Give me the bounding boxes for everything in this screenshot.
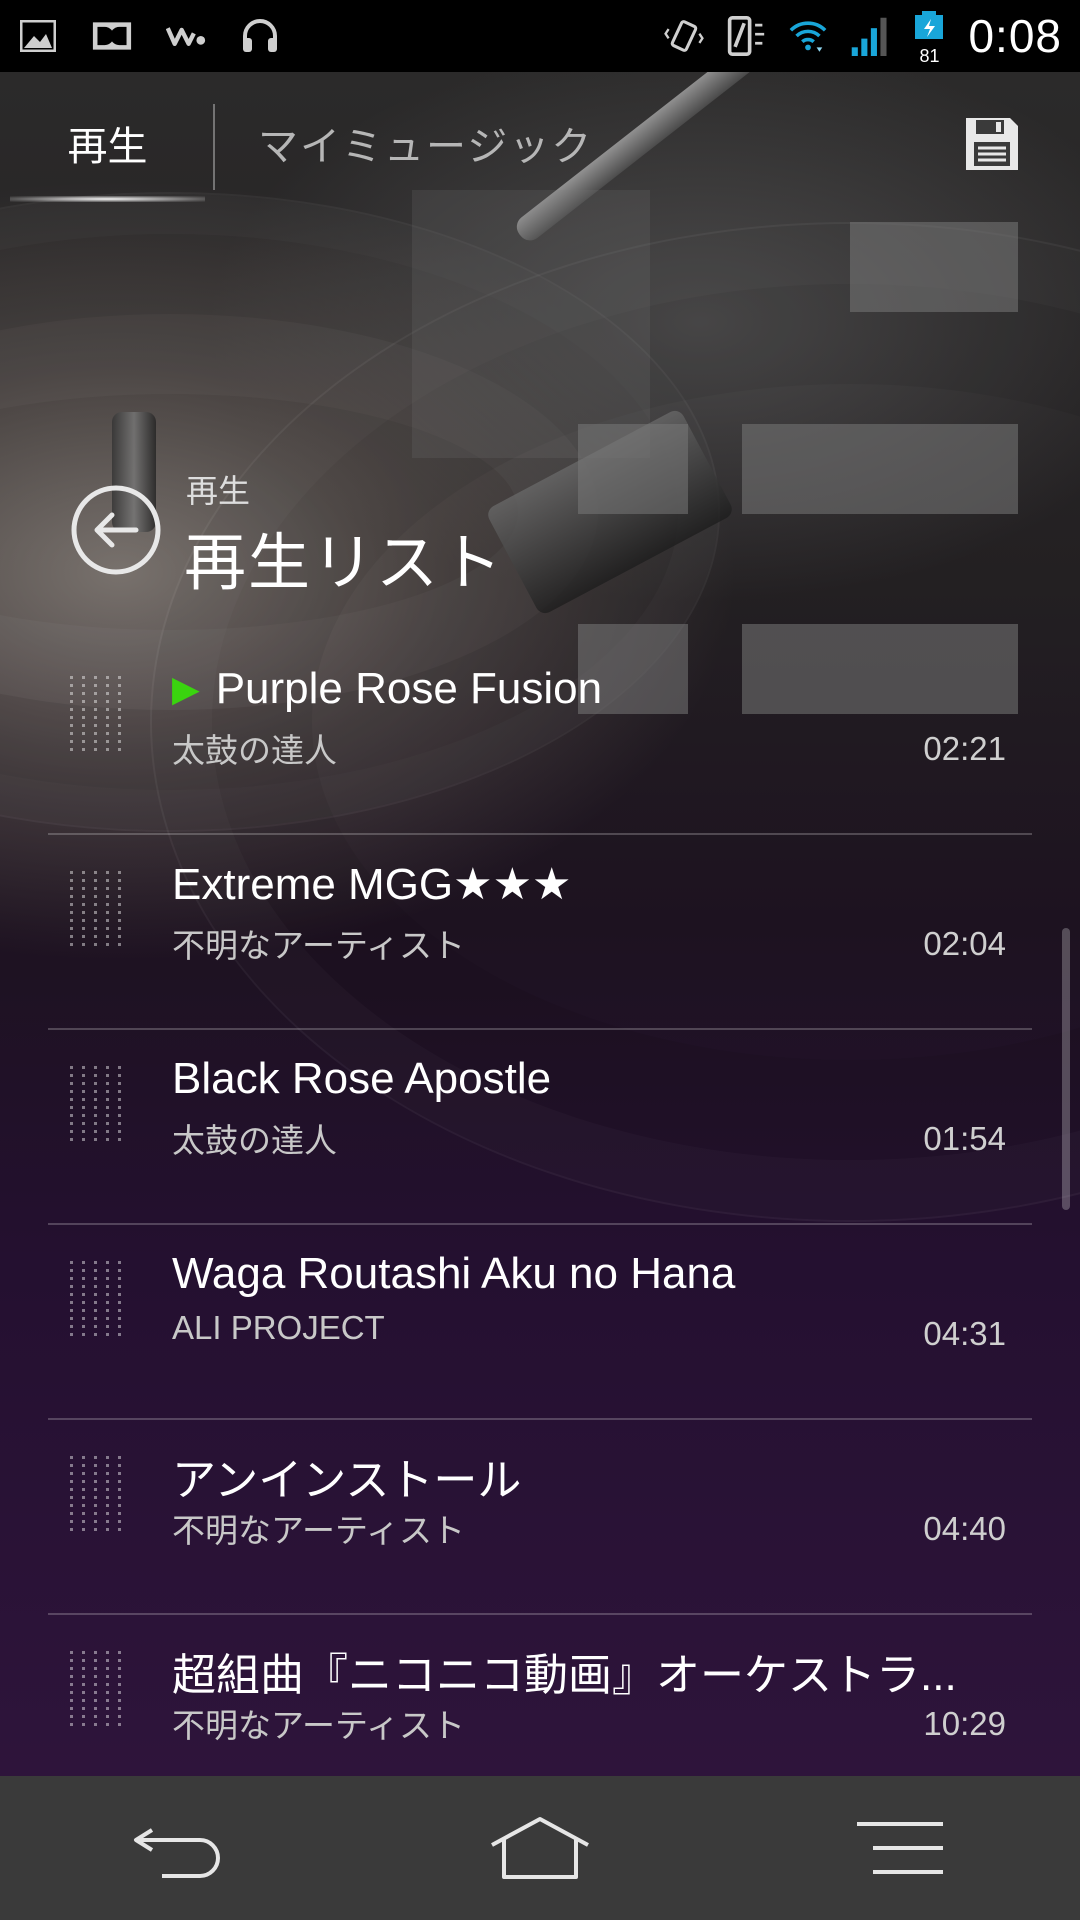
status-clock: 0:08 (968, 10, 1062, 62)
nav-back-button[interactable] (120, 1798, 240, 1898)
track-row[interactable]: ▶ Purple Rose Fusion 太鼓の達人 02:21 (0, 640, 1080, 835)
now-playing-icon: ▶ (172, 668, 200, 709)
track-duration: 02:21 (923, 730, 1006, 767)
drag-handle-icon[interactable] (70, 1651, 124, 1731)
track-row[interactable]: Black Rose Apostle 太鼓の達人 01:54 (0, 1030, 1080, 1225)
track-row[interactable]: アンインストール 不明なアーティスト 04:40 (0, 1420, 1080, 1615)
drag-handle-icon[interactable] (70, 871, 124, 951)
track-artist: 太鼓の達人 (172, 1122, 337, 1159)
menu-icon (857, 1822, 943, 1874)
page-title: 再生リスト (184, 526, 505, 599)
back-button[interactable] (70, 484, 162, 576)
bg-tile (578, 424, 688, 514)
nav-menu-button[interactable] (840, 1798, 960, 1898)
track-duration: 04:40 (923, 1510, 1006, 1547)
track-title: 超組曲『ニコニコ動画』オーケストラ... (172, 1651, 957, 1700)
status-bar: 81 0:08 (0, 0, 1080, 72)
track-artist: 不明なアーティスト (172, 1707, 466, 1744)
nav-home-button[interactable] (480, 1798, 600, 1898)
playlist-list: ▶ Purple Rose Fusion 太鼓の達人 02:21 Extreme… (0, 640, 1080, 1810)
active-tab-indicator (10, 196, 205, 202)
gallery-icon (18, 16, 58, 56)
tab-divider (213, 104, 215, 190)
drag-handle-icon[interactable] (70, 1261, 124, 1341)
bg-tile (742, 424, 1018, 514)
back-arrow-icon (71, 485, 161, 575)
system-nav-bar (0, 1776, 1080, 1920)
track-duration: 04:31 (923, 1315, 1006, 1352)
nfc-icon (726, 16, 766, 56)
track-title: Purple Rose Fusion (215, 664, 603, 713)
track-artist: 不明なアーティスト (172, 927, 466, 964)
tab-my-music[interactable]: マイミュージック (258, 112, 593, 182)
drag-handle-icon[interactable] (70, 676, 124, 756)
battery-level: 81 (919, 46, 940, 66)
save-playlist-button[interactable] (962, 114, 1030, 182)
bg-tile (412, 190, 650, 458)
track-artist: 太鼓の達人 (172, 732, 337, 769)
track-duration: 02:04 (923, 925, 1006, 962)
save-icon (966, 118, 1018, 170)
headphones-icon (240, 16, 280, 56)
top-tab-bar: 再生 マイミュージック (0, 72, 1080, 222)
track-duration: 01:54 (923, 1120, 1006, 1157)
track-title: アンインストール (172, 1456, 522, 1505)
battery-icon: 81 (912, 11, 946, 66)
dolby-icon (92, 16, 132, 56)
vibrate-icon (664, 16, 705, 56)
track-duration: 10:29 (923, 1705, 1006, 1742)
track-title: Extreme MGG★★★ (172, 860, 572, 909)
track-artist: ALI PROJECT (172, 1309, 385, 1346)
header-subtitle: 再生 (186, 472, 251, 510)
tab-play-label: 再生 (67, 124, 148, 170)
list-scrollbar[interactable] (1062, 928, 1070, 1210)
back-icon (134, 1828, 220, 1878)
track-row[interactable]: Extreme MGG★★★ 不明なアーティスト 02:04 (0, 835, 1080, 1030)
music-player-screen: 81 0:08 再生 マイミュージック 再生 再生リスト ▶ Purple Ro… (0, 0, 1080, 1920)
wifi-icon (788, 16, 828, 56)
bg-tile (850, 222, 1018, 312)
walkman-icon (166, 16, 206, 56)
drag-handle-icon[interactable] (70, 1456, 124, 1536)
drag-handle-icon[interactable] (70, 1066, 124, 1146)
track-title: Black Rose Apostle (172, 1054, 552, 1103)
home-icon (491, 1817, 589, 1879)
track-artist: 不明なアーティスト (172, 1512, 466, 1549)
track-title: Waga Routashi Aku no Hana (172, 1249, 736, 1298)
signal-icon (850, 16, 890, 57)
tab-play[interactable]: 再生 (10, 112, 205, 202)
track-row[interactable]: Waga Routashi Aku no Hana ALI PROJECT 04… (0, 1225, 1080, 1420)
